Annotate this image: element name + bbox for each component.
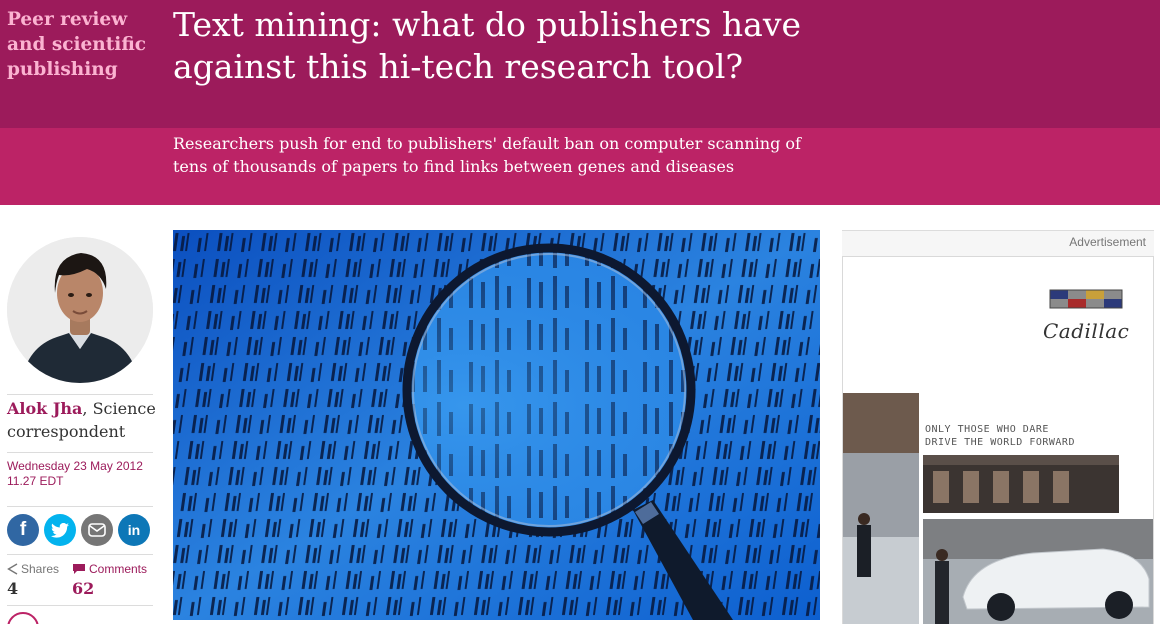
advertisement-slot: Advertisement Cadillac ONLY THOSE WHO DA… [842, 230, 1154, 624]
shares-label: Shares [21, 562, 60, 576]
article-stats: Shares 4 Comments 62 [7, 561, 162, 600]
article-main-image[interactable] [173, 230, 820, 620]
shares-label-row: Shares [7, 561, 72, 577]
cadillac-crest-icon [1049, 289, 1123, 309]
cadillac-wordmark: Cadillac [1043, 319, 1130, 343]
byline: Alok Jha, Science correspondent [7, 397, 157, 443]
linkedin-icon: in [127, 522, 141, 538]
share-linkedin-button[interactable]: in [118, 514, 150, 546]
author-portrait-image [7, 237, 153, 383]
publication-date: Wednesday 23 May 2012 11.27 EDT [7, 459, 143, 488]
share-facebook-button[interactable]: f [7, 514, 39, 546]
ad-tagline-line-1: ONLY THOSE WHO DARE [925, 424, 1049, 435]
section-link[interactable]: Peer review and scientific publishing [7, 7, 157, 82]
shares-count: 4 [7, 579, 19, 598]
author-link[interactable]: Alok Jha [7, 399, 82, 418]
share-twitter-button[interactable] [44, 514, 76, 546]
twitter-icon [51, 522, 69, 538]
comment-icon [73, 564, 85, 574]
facebook-icon: f [19, 519, 27, 540]
divider [7, 554, 153, 555]
share-icon [7, 563, 18, 575]
divider [7, 452, 153, 453]
divider [7, 506, 153, 507]
ad-tagline: ONLY THOSE WHO DARE DRIVE THE WORLD FORW… [925, 423, 1125, 449]
email-icon [88, 523, 106, 537]
shares-stat: Shares 4 [7, 561, 72, 600]
comments-label[interactable]: Comments [89, 561, 147, 577]
comments-count[interactable]: 62 [72, 578, 162, 600]
divider [7, 394, 153, 395]
comments-stat[interactable]: Comments 62 [72, 561, 162, 600]
cadillac-advert[interactable]: Cadillac ONLY THOSE WHO DARE DRIVE THE W… [842, 256, 1154, 624]
next-article-icon[interactable]: ➜ [7, 612, 39, 624]
magnifying-glass-dna-image [173, 230, 820, 620]
share-email-button[interactable] [81, 514, 113, 546]
article-headline: Text mining: what do publishers have aga… [173, 5, 802, 86]
divider [7, 605, 153, 606]
share-buttons: f in [7, 514, 150, 546]
advertisement-label: Advertisement [1069, 235, 1146, 249]
article-standfirst: Researchers push for end to publishers' … [173, 134, 801, 176]
author-avatar[interactable] [7, 237, 153, 383]
comments-label-row[interactable]: Comments [72, 561, 162, 577]
ad-tagline-line-2: DRIVE THE WORLD FORWARD [925, 437, 1075, 448]
